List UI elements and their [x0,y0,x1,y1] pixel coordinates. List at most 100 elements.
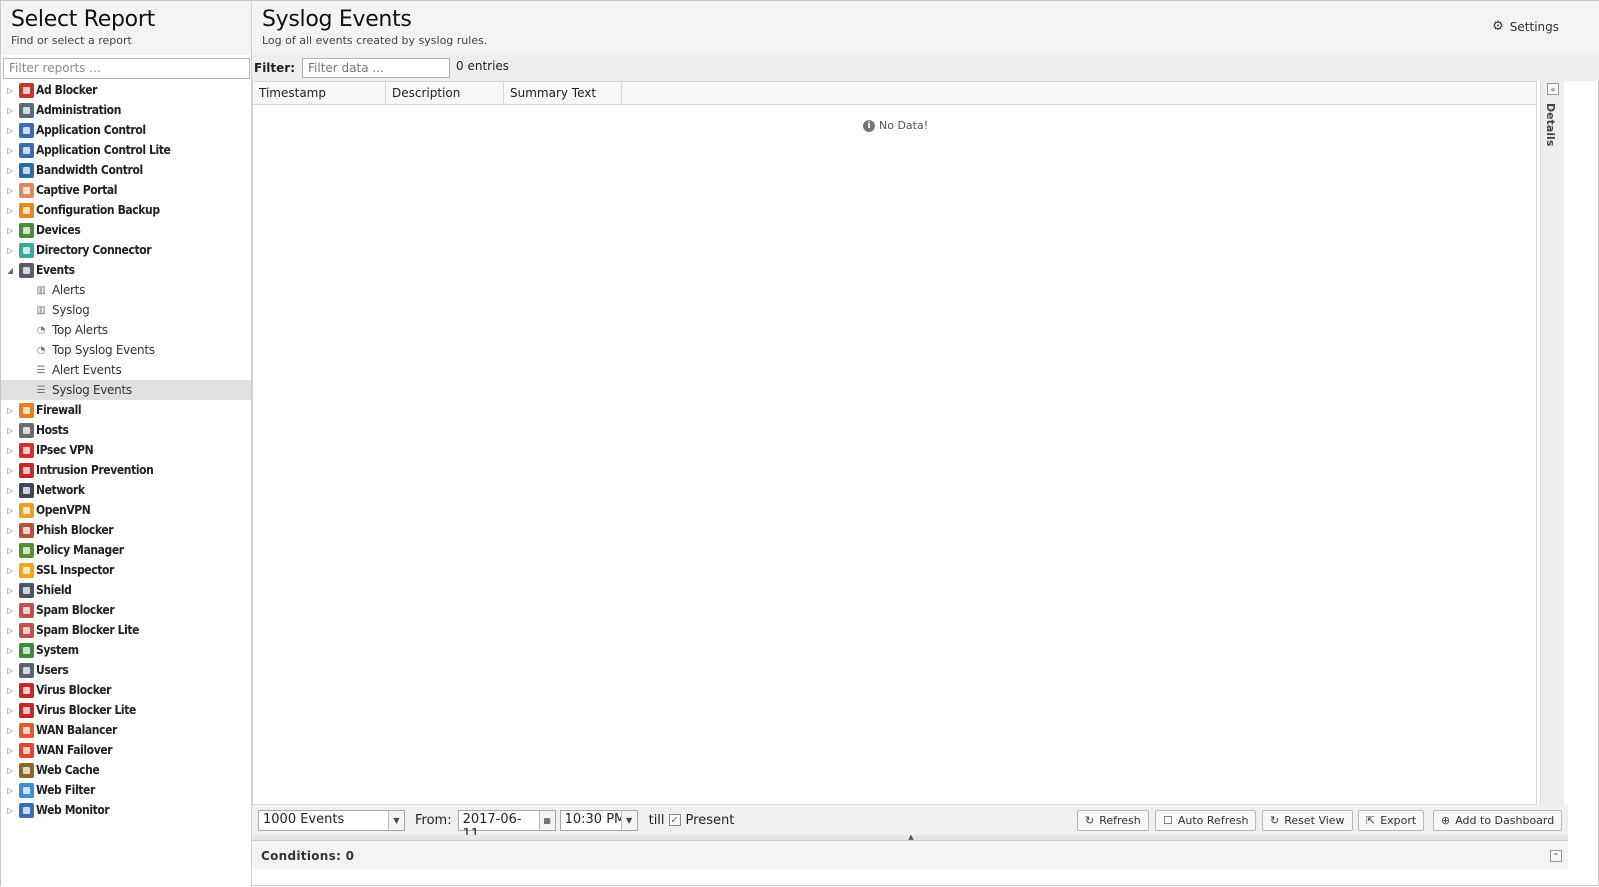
caret-right-icon[interactable]: ▷ [1,786,19,795]
tree-item-firewall[interactable]: ▷ Firewall [1,400,251,420]
tree-item-shield[interactable]: ▷ Shield [1,580,251,600]
tree-item-alerts[interactable]: ▥ Alerts [1,280,251,300]
tree-item-virus-blocker[interactable]: ▷ Virus Blocker [1,680,251,700]
calendar-icon[interactable]: ▦ [538,810,555,830]
caret-right-icon[interactable]: ▷ [1,86,19,95]
caret-right-icon[interactable]: ▷ [1,486,19,495]
wan-failover-icon [19,742,34,758]
caret-right-icon[interactable]: ▷ [1,706,19,715]
tree-item-openvpn[interactable]: ▷ OpenVPN [1,500,251,520]
ssl-inspector-icon [19,562,34,578]
from-date-field[interactable]: 2017-06-11 ▦ [457,809,556,842]
tree-item-syslog-events[interactable]: ☰ Syslog Events [1,380,251,400]
caret-right-icon[interactable]: ▷ [1,666,19,675]
tree-item-web-filter[interactable]: ▷ Web Filter [1,780,251,800]
caret-right-icon[interactable]: ▷ [1,726,19,735]
tree-item-label: Directory Connector [36,243,152,257]
caret-right-icon[interactable]: ▷ [1,406,19,415]
data-filter-input[interactable] [302,58,451,78]
tree-item-label: Captive Portal [36,183,118,197]
tree-item-application-control[interactable]: ▷ Application Control [1,120,251,140]
tree-item-configuration-backup[interactable]: ▷ Configuration Backup [1,200,251,220]
tree-item-bandwidth-control[interactable]: ▷ Bandwidth Control [1,160,251,180]
caret-right-icon[interactable]: ▷ [1,146,19,155]
reset-view-button[interactable]: ↻ Reset View [1262,810,1353,831]
report-filter-input[interactable] [3,57,250,79]
auto-refresh-button[interactable]: ☐ Auto Refresh [1155,810,1257,831]
caret-right-icon[interactable]: ▷ [1,766,19,775]
export-label: Export [1380,814,1417,827]
tree-item-top-alerts[interactable]: ◔ Top Alerts [1,320,251,340]
tree-item-web-monitor[interactable]: ▷ Web Monitor [1,800,251,820]
tree-item-captive-portal[interactable]: ▷ Captive Portal [1,180,251,200]
caret-right-icon[interactable]: ▷ [1,246,19,255]
present-checkbox[interactable]: ✓ [668,814,681,826]
tree-item-spam-blocker-lite[interactable]: ▷ Spam Blocker Lite [1,620,251,640]
details-panel-collapsed[interactable]: « Details [1540,81,1564,805]
tree-item-hosts[interactable]: ▷ Hosts [1,420,251,440]
tree-item-intrusion-prevention[interactable]: ▷ Intrusion Prevention [1,460,251,480]
tree-item-ad-blocker[interactable]: ▷ Ad Blocker [1,80,251,100]
tree-item-system[interactable]: ▷ System [1,640,251,660]
caret-right-icon[interactable]: ▷ [1,106,19,115]
captive-portal-icon [19,182,34,198]
caret-right-icon[interactable]: ▷ [1,126,19,135]
tree-item-events[interactable]: ◢ Events [1,260,251,280]
application-control-icon [19,122,34,138]
caret-right-icon[interactable]: ▷ [1,226,19,235]
tree-item-devices[interactable]: ▷ Devices [1,220,251,240]
tree-item-syslog[interactable]: ▥ Syslog [1,300,251,320]
caret-right-icon[interactable]: ▷ [1,686,19,695]
tree-item-ipsec-vpn[interactable]: ▷ IPsec VPN [1,440,251,460]
caret-right-icon[interactable]: ▷ [1,446,19,455]
tree-item-application-control-lite[interactable]: ▷ Application Control Lite [1,140,251,160]
caret-right-icon[interactable]: ▷ [1,186,19,195]
caret-right-icon[interactable]: ▷ [1,206,19,215]
chevron-down-icon[interactable]: ▼ [620,810,637,830]
tree-item-phish-blocker[interactable]: ▷ Phish Blocker [1,520,251,540]
caret-down-icon[interactable]: ◢ [1,266,19,275]
tree-item-directory-connector[interactable]: ▷ Directory Connector [1,240,251,260]
tree-item-wan-failover[interactable]: ▷ WAN Failover [1,740,251,760]
tree-item-label: Network [36,483,85,497]
tree-item-top-syslog-events[interactable]: ◔ Top Syslog Events [1,340,251,360]
add-to-dashboard-button[interactable]: ⊕ Add to Dashboard [1433,810,1563,831]
tree-item-virus-blocker-lite[interactable]: ▷ Virus Blocker Lite [1,700,251,720]
expand-conditions-icon[interactable]: ⌃ [1550,850,1562,862]
caret-right-icon[interactable]: ▷ [1,606,19,615]
tree-item-users[interactable]: ▷ Users [1,660,251,680]
column-header-timestamp[interactable]: Timestamp [253,82,386,104]
caret-right-icon[interactable]: ▷ [1,746,19,755]
caret-right-icon[interactable]: ▷ [1,546,19,555]
caret-right-icon[interactable]: ▷ [1,506,19,515]
tree-item-ssl-inspector[interactable]: ▷ SSL Inspector [1,560,251,580]
tree-item-label: Phish Blocker [36,523,114,537]
caret-right-icon[interactable]: ▷ [1,466,19,475]
tree-item-administration[interactable]: ▷ Administration [1,100,251,120]
chevron-down-icon[interactable]: ▼ [388,810,404,830]
caret-right-icon[interactable]: ▷ [1,586,19,595]
tree-item-web-cache[interactable]: ▷ Web Cache [1,760,251,780]
column-header-description[interactable]: Description [386,82,504,104]
tree-item-spam-blocker[interactable]: ▷ Spam Blocker [1,600,251,620]
refresh-button[interactable]: ↻ Refresh [1077,810,1149,831]
caret-right-icon[interactable]: ▷ [1,526,19,535]
conditions-panel[interactable]: Conditions: 0 ⌃ [252,840,1568,870]
tree-item-alert-events[interactable]: ☰ Alert Events [1,360,251,380]
caret-right-icon[interactable]: ▷ [1,626,19,635]
export-button[interactable]: ⇱ Export [1358,810,1425,831]
column-header-summary-text[interactable]: Summary Text [504,82,622,104]
caret-right-icon[interactable]: ▷ [1,566,19,575]
events-limit-select[interactable]: 1000 Events ▼ [258,809,405,831]
tree-item-policy-manager[interactable]: ▷ Policy Manager [1,540,251,560]
caret-right-icon[interactable]: ▷ [1,806,19,815]
caret-right-icon[interactable]: ▷ [1,426,19,435]
settings-button[interactable]: ⚙ Settings [1492,19,1559,34]
expand-details-icon[interactable]: « [1547,83,1559,95]
tree-item-network[interactable]: ▷ Network [1,480,251,500]
tree-item-wan-balancer[interactable]: ▷ WAN Balancer [1,720,251,740]
square-icon: ☐ [1163,814,1173,827]
caret-right-icon[interactable]: ▷ [1,166,19,175]
from-time-select[interactable]: 10:30 PM ▼ [559,809,638,831]
caret-right-icon[interactable]: ▷ [1,646,19,655]
